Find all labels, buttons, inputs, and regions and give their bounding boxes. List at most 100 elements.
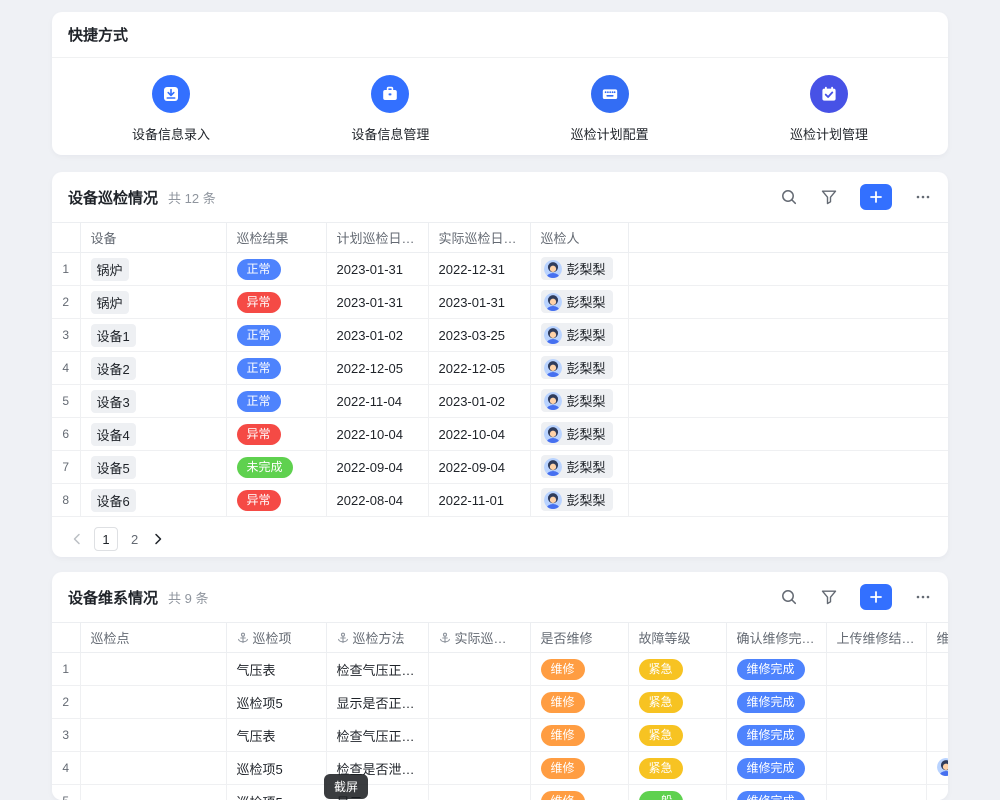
actual-date-cell[interactable]: 2023-01-31 xyxy=(428,286,530,319)
inspection-table-row[interactable]: 2 锅炉 异常 2023-01-31 2023-01-31 彭梨梨 xyxy=(52,286,948,319)
column-header-device[interactable]: 设备 xyxy=(80,223,226,253)
level-cell[interactable]: 紧急 xyxy=(628,686,726,719)
inspector-cell[interactable]: 彭梨梨 xyxy=(530,418,628,451)
item-cell[interactable]: 气压表 xyxy=(226,719,326,752)
shortcut-device-entry[interactable]: 设备信息录入 xyxy=(132,75,210,143)
inspector-cell[interactable]: 彭梨梨 xyxy=(530,385,628,418)
repair-cell[interactable]: 维修 xyxy=(530,653,628,686)
device-cell[interactable]: 设备2 xyxy=(80,352,226,385)
plan-date-cell[interactable]: 2022-10-04 xyxy=(326,418,428,451)
repair-cell[interactable]: 维修 xyxy=(530,686,628,719)
result-cell[interactable]: 正常 xyxy=(226,352,326,385)
device-cell[interactable]: 锅炉 xyxy=(80,286,226,319)
assignee-cell[interactable] xyxy=(926,653,948,686)
filter-icon[interactable] xyxy=(820,588,838,606)
inspector-cell[interactable]: 彭梨梨 xyxy=(530,451,628,484)
actual-cell[interactable] xyxy=(428,752,530,785)
repair-cell[interactable]: 维修 xyxy=(530,785,628,800)
actual-cell[interactable] xyxy=(428,719,530,752)
column-header-level[interactable]: 故障等级 xyxy=(628,623,726,653)
column-header-actual[interactable]: 实际巡… xyxy=(428,623,530,653)
result-cell[interactable]: 异常 xyxy=(226,286,326,319)
confirm-cell[interactable]: 维修完成 xyxy=(726,653,826,686)
result-cell[interactable]: 正常 xyxy=(226,385,326,418)
inspector-cell[interactable]: 彭梨梨 xyxy=(530,253,628,286)
plan-date-cell[interactable]: 2022-08-04 xyxy=(326,484,428,517)
confirm-cell[interactable]: 维修完成 xyxy=(726,719,826,752)
maintenance-table-row[interactable]: 3 气压表 检查气压正… 维修 紧急 维修完成 xyxy=(52,719,948,752)
prev-page-icon[interactable] xyxy=(70,532,84,546)
column-header-result[interactable]: 巡检结果 xyxy=(226,223,326,253)
column-header-repair[interactable]: 是否维修 xyxy=(530,623,628,653)
column-header-actual-date[interactable]: 实际巡检日… xyxy=(428,223,530,253)
add-button[interactable] xyxy=(860,584,892,610)
point-cell[interactable] xyxy=(80,719,226,752)
method-cell[interactable]: 检查气压正… xyxy=(326,653,428,686)
next-page-icon[interactable] xyxy=(151,532,165,546)
result-cell[interactable]: 正常 xyxy=(226,319,326,352)
device-cell[interactable]: 锅炉 xyxy=(80,253,226,286)
plan-date-cell[interactable]: 2022-09-04 xyxy=(326,451,428,484)
inspector-cell[interactable]: 彭梨梨 xyxy=(530,484,628,517)
result-cell[interactable]: 未完成 xyxy=(226,451,326,484)
search-icon[interactable] xyxy=(780,588,798,606)
column-header-inspector[interactable]: 巡检人 xyxy=(530,223,628,253)
device-cell[interactable]: 设备1 xyxy=(80,319,226,352)
inspection-table-row[interactable]: 6 设备4 异常 2022-10-04 2022-10-04 彭梨梨 xyxy=(52,418,948,451)
inspection-table-row[interactable]: 8 设备6 异常 2022-08-04 2022-11-01 彭梨梨 xyxy=(52,484,948,517)
result-cell[interactable]: 异常 xyxy=(226,418,326,451)
level-cell[interactable]: 一般 xyxy=(628,785,726,800)
confirm-cell[interactable]: 维修完成 xyxy=(726,785,826,800)
plan-date-cell[interactable]: 2023-01-31 xyxy=(326,253,428,286)
assignee-cell[interactable] xyxy=(926,752,948,785)
shortcut-device-manage[interactable]: 设备信息管理 xyxy=(351,75,429,143)
actual-cell[interactable] xyxy=(428,686,530,719)
result-cell[interactable]: 异常 xyxy=(226,484,326,517)
item-cell[interactable]: 巡检项5 xyxy=(226,686,326,719)
upload-cell[interactable] xyxy=(826,719,926,752)
actual-date-cell[interactable]: 2022-09-04 xyxy=(428,451,530,484)
column-header-confirm[interactable]: 确认维修完… xyxy=(726,623,826,653)
level-cell[interactable]: 紧急 xyxy=(628,752,726,785)
actual-date-cell[interactable]: 2022-12-31 xyxy=(428,253,530,286)
shortcut-plan-manage[interactable]: 巡检计划管理 xyxy=(790,75,868,143)
inspection-table-row[interactable]: 4 设备2 正常 2022-12-05 2022-12-05 彭梨梨 xyxy=(52,352,948,385)
method-cell[interactable]: 检查气压正… xyxy=(326,719,428,752)
column-header-upload[interactable]: 上传维修结… xyxy=(826,623,926,653)
actual-date-cell[interactable]: 2023-01-02 xyxy=(428,385,530,418)
level-cell[interactable]: 紧急 xyxy=(628,653,726,686)
upload-cell[interactable] xyxy=(826,686,926,719)
inspection-table-row[interactable]: 5 设备3 正常 2022-11-04 2023-01-02 彭梨梨 xyxy=(52,385,948,418)
actual-date-cell[interactable]: 2022-11-01 xyxy=(428,484,530,517)
point-cell[interactable] xyxy=(80,752,226,785)
device-cell[interactable]: 设备5 xyxy=(80,451,226,484)
point-cell[interactable] xyxy=(80,686,226,719)
column-header-plan-date[interactable]: 计划巡检日… xyxy=(326,223,428,253)
plan-date-cell[interactable]: 2022-11-04 xyxy=(326,385,428,418)
maintenance-table-row[interactable]: 2 巡检项5 显示是否正… 维修 紧急 维修完成 xyxy=(52,686,948,719)
inspection-table-row[interactable]: 1 锅炉 正常 2023-01-31 2022-12-31 彭梨梨 xyxy=(52,253,948,286)
inspector-cell[interactable]: 彭梨梨 xyxy=(530,319,628,352)
upload-cell[interactable] xyxy=(826,752,926,785)
page-button-2[interactable]: 2 xyxy=(128,532,141,547)
shortcut-plan-config[interactable]: 巡检计划配置 xyxy=(571,75,649,143)
plan-date-cell[interactable]: 2022-12-05 xyxy=(326,352,428,385)
actual-cell[interactable] xyxy=(428,653,530,686)
device-cell[interactable]: 设备3 xyxy=(80,385,226,418)
actual-date-cell[interactable]: 2023-03-25 xyxy=(428,319,530,352)
plan-date-cell[interactable]: 2023-01-31 xyxy=(326,286,428,319)
result-cell[interactable]: 正常 xyxy=(226,253,326,286)
plan-date-cell[interactable]: 2023-01-02 xyxy=(326,319,428,352)
assignee-cell[interactable] xyxy=(926,686,948,719)
inspection-table-row[interactable]: 7 设备5 未完成 2022-09-04 2022-09-04 彭梨梨 xyxy=(52,451,948,484)
assignee-cell[interactable] xyxy=(926,785,948,800)
page-button-1[interactable]: 1 xyxy=(94,527,118,551)
point-cell[interactable] xyxy=(80,653,226,686)
inspector-cell[interactable]: 彭梨梨 xyxy=(530,286,628,319)
upload-cell[interactable] xyxy=(826,653,926,686)
upload-cell[interactable] xyxy=(826,785,926,800)
maintenance-table-row[interactable]: 1 气压表 检查气压正… 维修 紧急 维修完成 xyxy=(52,653,948,686)
device-cell[interactable]: 设备4 xyxy=(80,418,226,451)
inspector-cell[interactable]: 彭梨梨 xyxy=(530,352,628,385)
repair-cell[interactable]: 维修 xyxy=(530,719,628,752)
